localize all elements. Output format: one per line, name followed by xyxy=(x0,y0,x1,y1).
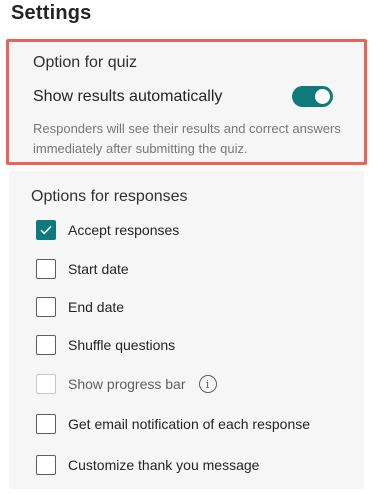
option-label: Start date xyxy=(68,261,129,277)
show-results-label: Show results automatically xyxy=(33,88,223,105)
page-title: Settings xyxy=(11,2,92,24)
option-end-date[interactable]: End date xyxy=(36,296,124,318)
responses-section-heading: Options for responses xyxy=(31,188,188,205)
quiz-options-panel: Option for quiz Show results automatical… xyxy=(6,39,367,165)
option-show-progress-bar: Show progress bar i xyxy=(36,373,217,395)
customize-thank-you-checkbox[interactable] xyxy=(36,455,56,475)
option-label: End date xyxy=(68,299,125,315)
option-label: Customize thank you message xyxy=(68,457,260,473)
show-progress-bar-checkbox xyxy=(36,374,56,394)
accept-responses-checkbox[interactable] xyxy=(36,220,56,240)
info-icon[interactable]: i xyxy=(198,375,217,393)
response-options-panel: Options for responses Accept responses S… xyxy=(9,171,364,489)
settings-pane: Settings Option for quiz Show results au… xyxy=(0,0,375,494)
option-label: Shuffle questions xyxy=(68,337,176,353)
option-shuffle-questions[interactable]: Shuffle questions xyxy=(36,334,175,356)
quiz-section-heading: Option for quiz xyxy=(33,54,138,71)
option-label: Show progress bar xyxy=(68,376,186,392)
option-customize-thank-you[interactable]: Customize thank you message xyxy=(36,454,259,476)
shuffle-questions-checkbox[interactable] xyxy=(36,335,56,355)
option-accept-responses[interactable]: Accept responses xyxy=(36,219,179,241)
toggle-knob xyxy=(315,89,330,104)
end-date-checkbox[interactable] xyxy=(36,297,56,317)
option-label: Accept responses xyxy=(68,222,180,238)
email-notification-checkbox[interactable] xyxy=(36,414,56,434)
option-email-notification[interactable]: Get email notification of each response xyxy=(36,413,310,435)
checkmark-icon xyxy=(40,225,52,235)
show-results-toggle[interactable] xyxy=(292,86,333,107)
option-label: Get email notification of each response xyxy=(68,416,311,432)
option-start-date[interactable]: Start date xyxy=(36,258,129,280)
start-date-checkbox[interactable] xyxy=(36,259,56,279)
show-results-help-text: Responders will see their results and co… xyxy=(33,121,341,156)
